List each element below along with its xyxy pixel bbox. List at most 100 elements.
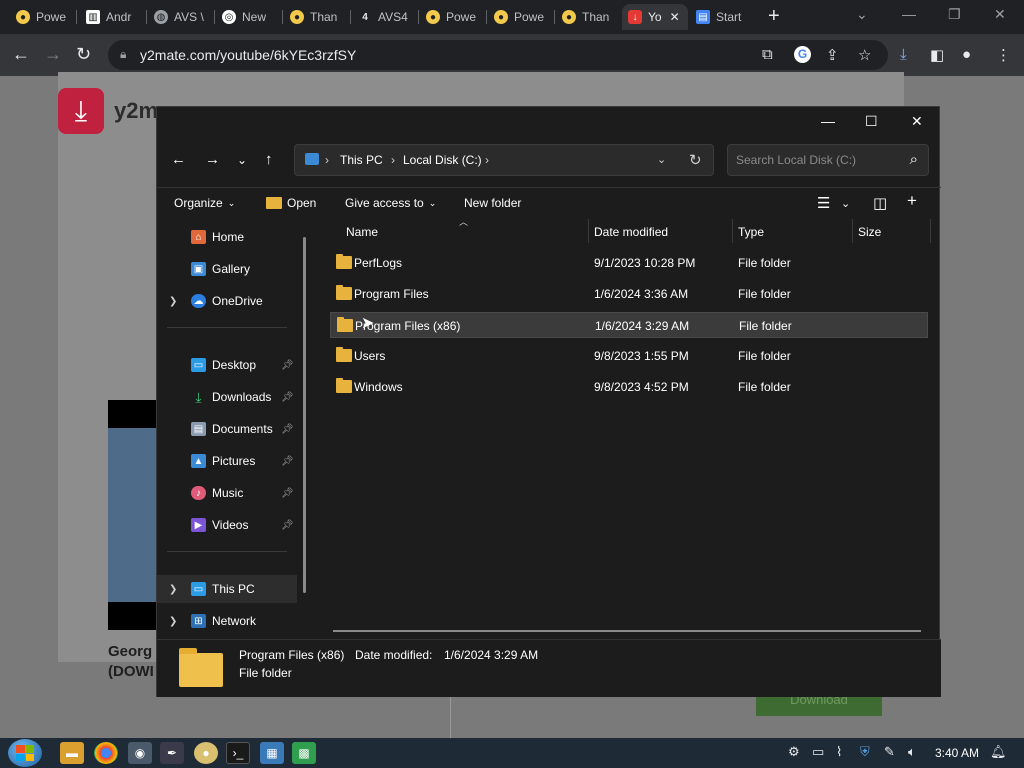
recent-locations-chevron-icon[interactable]: ⌄ bbox=[237, 153, 247, 167]
browser-tab[interactable]: ▤ Start bbox=[690, 4, 756, 30]
taskbar-clock[interactable]: 3:40 AM bbox=[935, 746, 979, 760]
breadcrumb-this-pc[interactable]: This PC bbox=[340, 153, 383, 167]
breadcrumb-chevron-icon[interactable]: › bbox=[391, 153, 395, 167]
app-taskbar-icon[interactable]: ◉ bbox=[128, 742, 152, 764]
address-history-chevron-icon[interactable]: ⌄ bbox=[657, 153, 666, 166]
column-divider[interactable] bbox=[732, 219, 733, 243]
bookmark-star-icon[interactable]: ☆ bbox=[858, 46, 871, 64]
breadcrumb-chevron-icon[interactable]: › bbox=[325, 153, 329, 167]
file-row[interactable]: Windows 9/8/2023 4:52 PM File folder bbox=[330, 374, 928, 400]
pin-icon[interactable]: 📌︎ bbox=[281, 488, 294, 499]
sidebar-item-onedrive[interactable]: ❯ ☁ OneDrive bbox=[157, 287, 297, 315]
pin-icon[interactable]: 📌︎ bbox=[281, 360, 294, 371]
forward-arrow-icon[interactable]: → bbox=[44, 44, 62, 64]
file-row[interactable]: Program Files 1/6/2024 3:36 AM File fold… bbox=[330, 281, 928, 307]
expand-chevron-icon[interactable]: ❯ bbox=[169, 616, 177, 627]
pin-icon[interactable]: 📌︎ bbox=[281, 520, 294, 531]
expand-chevron-icon[interactable]: ❯ bbox=[169, 296, 177, 307]
column-header-name[interactable]: Name bbox=[346, 225, 378, 239]
open-button[interactable]: Open bbox=[266, 196, 316, 210]
give-access-button[interactable]: Give access to ⌄ bbox=[345, 196, 436, 210]
share-icon[interactable]: ⇪ bbox=[826, 46, 839, 64]
tray-pen-icon[interactable]: ✎ bbox=[884, 744, 895, 760]
tray-settings-icon[interactable]: ⚙ bbox=[788, 744, 800, 760]
control-panel-taskbar-icon[interactable]: ▦ bbox=[260, 742, 284, 764]
pin-icon[interactable]: 📌︎ bbox=[281, 424, 294, 435]
new-folder-button[interactable]: New folder bbox=[464, 196, 521, 210]
file-row[interactable]: Users 9/8/2023 1:55 PM File folder bbox=[330, 343, 928, 369]
browser-tab[interactable]: ● Powe bbox=[488, 4, 552, 30]
column-header-date-modified[interactable]: Date modified bbox=[594, 225, 668, 239]
tray-volume-icon[interactable]: 🔈︎ bbox=[908, 744, 916, 760]
close-icon[interactable]: ✕ bbox=[994, 6, 1006, 23]
sidebar-item-network[interactable]: ❯ ⊞ Network bbox=[157, 607, 297, 635]
up-arrow-icon[interactable]: ↑ bbox=[265, 151, 273, 168]
reload-icon[interactable]: ↻ bbox=[76, 44, 91, 64]
notifications-bell-icon[interactable]: 🔔︎ bbox=[990, 744, 1007, 760]
lock-icon[interactable]: 🔒︎ bbox=[120, 47, 126, 62]
google-lens-icon[interactable]: G bbox=[794, 46, 811, 63]
file-row[interactable]: PerfLogs 9/1/2023 10:28 PM File folder bbox=[330, 250, 928, 276]
sidebar-item-this-pc[interactable]: ❯ ▭ This PC bbox=[157, 575, 297, 603]
tray-network-icon[interactable]: ⌇ bbox=[836, 744, 842, 760]
new-tab-plus-icon[interactable]: + bbox=[768, 6, 780, 26]
terminal-taskbar-icon[interactable]: ›_ bbox=[226, 742, 250, 764]
browser-tab[interactable]: ◎ New bbox=[216, 4, 278, 30]
sidebar-scrollbar[interactable] bbox=[303, 237, 306, 593]
search-input[interactable]: Search Local Disk (C:) ⌕ bbox=[727, 144, 929, 176]
column-header-size[interactable]: Size bbox=[858, 225, 881, 239]
restore-icon[interactable]: ❐ bbox=[948, 6, 961, 23]
profile-icon[interactable]: ● bbox=[962, 46, 971, 63]
browser-tab-active[interactable]: ↓ Yo ✕ bbox=[622, 4, 688, 30]
tray-display-icon[interactable]: ▭ bbox=[812, 744, 824, 760]
column-header-type[interactable]: Type bbox=[738, 225, 764, 239]
menu-dots-icon[interactable]: ⋮ bbox=[996, 46, 1011, 64]
chrome-taskbar-icon[interactable] bbox=[94, 742, 118, 764]
browser-tab[interactable]: ● Powe bbox=[10, 4, 72, 30]
horizontal-scrollbar[interactable] bbox=[333, 630, 921, 632]
sidebar-item-gallery[interactable]: ▣ Gallery bbox=[157, 255, 297, 283]
tray-security-shield-icon[interactable]: ⛨ bbox=[860, 744, 870, 760]
sidebar-item-documents[interactable]: ▤ Documents 📌︎ bbox=[157, 415, 297, 443]
install-app-icon[interactable]: ⧉ bbox=[762, 46, 773, 63]
sidebar-item-desktop[interactable]: ▭ Desktop 📌︎ bbox=[157, 351, 297, 379]
tab-close-icon[interactable]: ✕ bbox=[670, 10, 680, 24]
side-panel-icon[interactable]: ◧ bbox=[930, 46, 944, 64]
refresh-icon[interactable]: ↻ bbox=[689, 151, 702, 169]
browser-tab[interactable]: ▥ Andr bbox=[80, 4, 142, 30]
breadcrumb-chevron-icon[interactable]: › bbox=[485, 153, 489, 167]
downloads-icon[interactable]: ⤓ bbox=[900, 46, 907, 63]
breadcrumb-local-disk[interactable]: Local Disk (C:) bbox=[403, 153, 482, 167]
search-icon[interactable]: ⌕ bbox=[910, 151, 918, 168]
app-taskbar-icon[interactable]: ▩ bbox=[292, 742, 316, 764]
view-list-icon[interactable]: ☰ bbox=[817, 194, 830, 212]
maximize-icon[interactable]: ☐ bbox=[865, 113, 878, 130]
column-divider[interactable] bbox=[930, 219, 931, 243]
preview-pane-icon[interactable]: ◫ bbox=[873, 194, 887, 212]
browser-tab[interactable]: 4 AVS4 bbox=[352, 4, 414, 30]
sidebar-item-downloads[interactable]: ⤓ Downloads 📌︎ bbox=[157, 383, 297, 411]
sidebar-item-videos[interactable]: ▶ Videos 📌︎ bbox=[157, 511, 297, 539]
media-player-taskbar-icon[interactable]: ● bbox=[194, 742, 218, 764]
back-arrow-icon[interactable]: ← bbox=[12, 44, 30, 64]
pin-icon[interactable]: 📌︎ bbox=[281, 456, 294, 467]
sidebar-item-music[interactable]: ♪ Music 📌︎ bbox=[157, 479, 297, 507]
browser-tab[interactable]: ● Than bbox=[284, 4, 346, 30]
organize-button[interactable]: Organize ⌄ bbox=[174, 196, 235, 210]
add-icon[interactable]: + bbox=[907, 191, 917, 211]
explorer-address-bar[interactable]: › This PC › Local Disk (C:) › ⌄ ↻ bbox=[294, 144, 714, 176]
forward-arrow-icon[interactable]: → bbox=[205, 151, 220, 168]
minimize-icon[interactable]: — bbox=[902, 6, 916, 22]
tab-search-chevron-icon[interactable]: ⌄ bbox=[856, 6, 868, 23]
y2mate-logo-icon[interactable]: ⤓ bbox=[58, 88, 104, 134]
sidebar-item-home[interactable]: ⌂ Home bbox=[157, 223, 297, 251]
column-divider[interactable] bbox=[852, 219, 853, 243]
file-explorer-taskbar-icon[interactable]: ▬ bbox=[60, 742, 84, 764]
app-taskbar-icon[interactable]: ✒ bbox=[160, 742, 184, 764]
browser-tab[interactable]: ● Powe bbox=[420, 4, 484, 30]
browser-tab[interactable]: ● Than bbox=[556, 4, 620, 30]
close-icon[interactable]: ✕ bbox=[911, 113, 923, 130]
column-divider[interactable] bbox=[588, 219, 589, 243]
file-row-selected[interactable]: Program Files (x86) 1/6/2024 3:29 AM Fil… bbox=[330, 312, 928, 338]
expand-chevron-icon[interactable]: ❯ bbox=[169, 584, 177, 595]
